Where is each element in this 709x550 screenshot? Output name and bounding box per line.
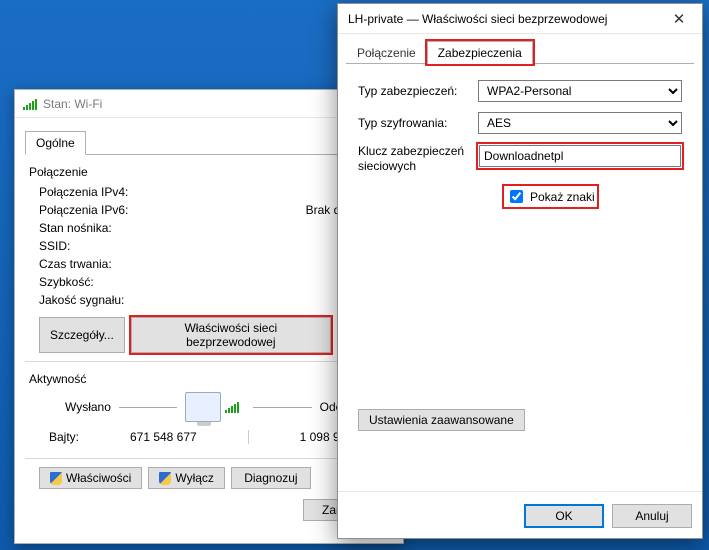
- ok-button[interactable]: OK: [524, 504, 604, 528]
- properties-button[interactable]: Właściwości: [39, 467, 142, 489]
- ssid-label: SSID:: [39, 239, 70, 253]
- wireless-properties-button[interactable]: Właściwości sieci bezprzewodowej: [131, 317, 331, 353]
- security-type-label: Typ zabezpieczeń:: [358, 84, 478, 98]
- tab-general[interactable]: Ogólne: [25, 131, 86, 155]
- encryption-type-label: Typ szyfrowania:: [358, 116, 478, 130]
- computer-icon: [185, 392, 245, 422]
- wireless-properties-dialog: LH-private — Właściwości sieci bezprzewo…: [337, 3, 703, 539]
- bytes-sent: 671 548 677: [130, 430, 197, 444]
- cancel-button[interactable]: Anuluj: [612, 504, 692, 528]
- show-characters-input[interactable]: [510, 190, 523, 203]
- status-title: Stan: Wi-Fi: [43, 97, 102, 111]
- media-label: Stan nośnika:: [39, 221, 112, 235]
- encryption-type-select[interactable]: AES: [478, 112, 682, 134]
- security-type-select[interactable]: WPA2-Personal: [478, 80, 682, 102]
- wifi-signal-icon: [23, 98, 37, 110]
- close-icon[interactable]: ✕: [656, 4, 702, 34]
- activity-sent-label: Wysłano: [65, 400, 111, 414]
- ipv4-label: Połączenia IPv4:: [39, 185, 128, 199]
- network-key-input[interactable]: [479, 145, 681, 167]
- duration-label: Czas trwania:: [39, 257, 112, 271]
- network-key-label: Klucz zabezpieczeń sieciowych: [358, 144, 478, 174]
- ipv6-label: Połączenia IPv6:: [39, 203, 128, 217]
- shield-icon: [159, 472, 171, 485]
- dialog-title: LH-private — Właściwości sieci bezprzewo…: [348, 12, 607, 26]
- props-tabstrip: Połączenie Zabezpieczenia: [346, 40, 694, 64]
- speed-label: Szybkość:: [39, 275, 94, 289]
- shield-icon: [50, 472, 62, 485]
- tab-security[interactable]: Zabezpieczenia: [427, 41, 533, 64]
- disable-button[interactable]: Wyłącz: [148, 467, 225, 489]
- advanced-settings-button[interactable]: Ustawienia zaawansowane: [358, 409, 525, 431]
- show-characters-checkbox[interactable]: Pokaż znaki: [506, 187, 595, 206]
- diagnose-button[interactable]: Diagnozuj: [231, 467, 311, 489]
- signal-quality-label: Jakość sygnału:: [39, 293, 124, 307]
- tab-connection[interactable]: Połączenie: [346, 41, 427, 64]
- bytes-label: Bajty:: [49, 430, 79, 444]
- details-button[interactable]: Szczegóły...: [39, 317, 125, 353]
